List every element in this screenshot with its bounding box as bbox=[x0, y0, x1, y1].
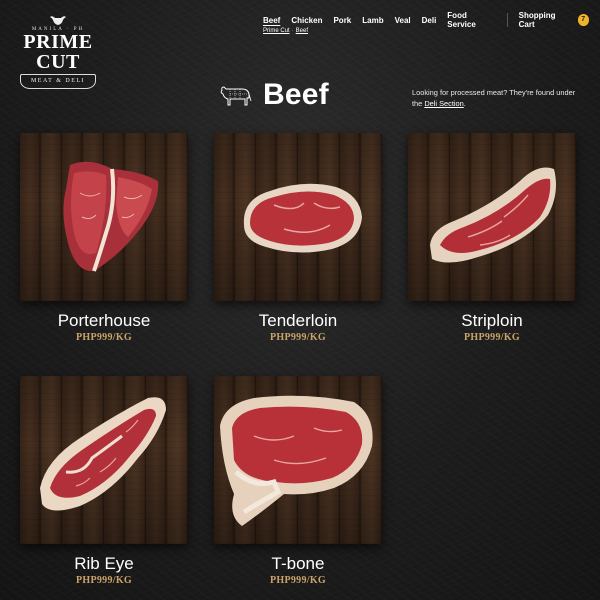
product-card-rib-eye[interactable]: Rib Eye PHP999/KG bbox=[20, 376, 188, 586]
product-card-striploin[interactable]: Striploin PHP999/KG bbox=[408, 133, 576, 343]
nav-item-food-service[interactable]: Food Service bbox=[447, 11, 495, 29]
product-image-porterhouse[interactable] bbox=[20, 133, 188, 301]
bull-icon bbox=[50, 16, 66, 25]
deli-section-link[interactable]: Deli Section bbox=[424, 99, 463, 108]
product-name: T-bone bbox=[271, 554, 325, 573]
product-name: Porterhouse bbox=[57, 311, 151, 330]
shopping-cart-label: Shopping Cart bbox=[518, 11, 556, 29]
product-card-porterhouse[interactable]: Porterhouse PHP999/KG bbox=[20, 133, 188, 343]
breadcrumb-home[interactable]: Prime Cut bbox=[263, 28, 290, 34]
product-image-t-bone[interactable] bbox=[214, 376, 382, 544]
product-image-striploin[interactable] bbox=[408, 133, 576, 301]
brand-name: PRIME CUT bbox=[23, 31, 93, 73]
product-card-t-bone[interactable]: T-bone PHP999/KG bbox=[214, 376, 382, 586]
product-price: PHP999/KG bbox=[75, 575, 133, 586]
deli-notice: Looking for processed meat? They're foun… bbox=[412, 87, 580, 109]
brand-logo[interactable]: MANILA · PH PRIME CUT MEAT & DELI bbox=[14, 14, 102, 89]
product-price: PHP999/KG bbox=[269, 332, 327, 343]
cart-count-badge: 7 bbox=[577, 14, 590, 26]
brand-tagline: MEAT & DELI bbox=[20, 74, 96, 89]
nav-item-veal[interactable]: Veal bbox=[395, 16, 411, 25]
page-header: Beef bbox=[218, 78, 329, 112]
nav-item-lamb[interactable]: Lamb bbox=[362, 16, 383, 25]
product-name: Striploin bbox=[461, 311, 523, 330]
nav-item-pork[interactable]: Pork bbox=[333, 16, 351, 25]
product-price: PHP999/KG bbox=[463, 332, 521, 343]
nav-item-chicken[interactable]: Chicken bbox=[291, 16, 322, 25]
product-price: PHP999/KG bbox=[269, 575, 327, 586]
cow-cuts-icon bbox=[220, 86, 252, 106]
nav-divider bbox=[506, 13, 508, 27]
breadcrumb: Prime Cut · Beef bbox=[263, 28, 308, 34]
shopping-cart-link[interactable]: Shopping Cart 7 bbox=[518, 11, 590, 29]
product-image-tenderloin[interactable] bbox=[214, 133, 382, 301]
nav-item-deli[interactable]: Deli bbox=[422, 16, 437, 25]
nav-item-beef[interactable]: Beef bbox=[263, 16, 280, 25]
page-title: Beef bbox=[263, 78, 329, 111]
product-card-tenderloin[interactable]: Tenderloin PHP999/KG bbox=[214, 133, 382, 343]
product-name: Tenderloin bbox=[258, 311, 338, 330]
product-image-rib-eye[interactable] bbox=[20, 376, 188, 544]
main-nav: Beef Chicken Pork Lamb Veal Deli Food Se… bbox=[263, 11, 600, 29]
breadcrumb-current[interactable]: Beef bbox=[296, 28, 308, 34]
product-name: Rib Eye bbox=[74, 554, 134, 573]
breadcrumb-separator: · bbox=[291, 28, 294, 34]
product-price: PHP999/KG bbox=[75, 332, 133, 343]
notice-end: . bbox=[463, 99, 466, 108]
